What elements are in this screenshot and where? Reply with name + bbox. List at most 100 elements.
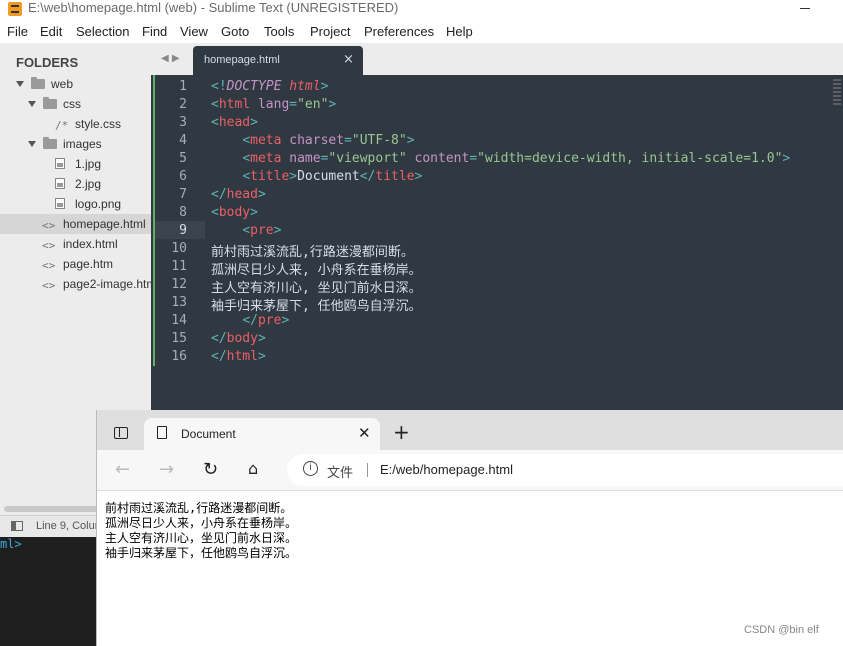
browser-tabstrip: Document ✕ + — [97, 410, 843, 450]
new-tab-icon[interactable]: + — [393, 422, 410, 442]
sidebar-item-homepage-html[interactable]: <> homepage.html — [0, 214, 151, 234]
sidebar-item-label: 1.jpg — [75, 157, 102, 171]
browser-window: Document ✕ + ← → ↻ ⌂ i 文件 E:/web/homepag… — [96, 410, 843, 646]
sidebar-item-label: homepage.html — [63, 217, 146, 231]
sidebar-item-page-htm[interactable]: <> page.htm — [0, 254, 151, 274]
home-icon[interactable]: ⌂ — [248, 459, 258, 478]
code-line: <body> — [211, 205, 258, 220]
menu-goto[interactable]: Goto — [221, 24, 249, 39]
menu-help[interactable]: Help — [446, 24, 473, 39]
menu-tools[interactable]: Tools — [264, 24, 294, 39]
minimize-button[interactable] — [800, 8, 810, 9]
folder-icon — [43, 97, 57, 109]
image-file-icon — [55, 158, 65, 169]
line-number: 8 — [179, 205, 187, 220]
close-icon[interactable]: × — [343, 52, 354, 67]
back-arrow-icon[interactable]: ← — [115, 459, 130, 480]
code-line: </pre> — [242, 313, 290, 328]
sidebar-toggle-icon[interactable] — [11, 521, 23, 531]
line-number: 13 — [171, 295, 187, 310]
code-line: 孤洲尽日少人来, 小舟系在垂杨岸。 — [211, 263, 422, 278]
sidebar-item-label: 2.jpg — [75, 177, 102, 191]
page-preformatted-text: 前村雨过溪流乱,行路迷漫都间断。 孤洲尽日少人来，小舟系在垂杨岸。 主人空有济川… — [105, 501, 298, 560]
sidebar-item-label: page2-image.htm — [63, 277, 151, 291]
code-editor[interactable]: 1 <!DOCTYPE html> 2 <html lang="en"> 3 <head>… — [151, 75, 843, 411]
code-line: </body> — [211, 331, 266, 346]
menu-file[interactable]: File — [7, 24, 28, 39]
code-line: </head> — [211, 187, 266, 202]
sidebar-item-label: page.htm — [63, 257, 114, 271]
address-bar[interactable]: i 文件 E:/web/homepage.html — [287, 454, 843, 486]
line-number: 2 — [179, 97, 187, 112]
address-prefix: 文件 — [327, 466, 354, 481]
line-number: 11 — [171, 259, 187, 274]
sidebar-item-1-jpg[interactable]: 1.jpg — [0, 154, 151, 174]
code-line: <meta charset="UTF-8"> — [242, 133, 415, 148]
line-number: 9 — [179, 223, 187, 238]
sidebar-item-css[interactable]: css — [0, 94, 151, 114]
code-file-icon: <> — [42, 239, 56, 252]
chevron-down-icon[interactable] — [28, 141, 36, 147]
code-file-icon: <> — [42, 279, 56, 292]
sidebar-item-style-css[interactable]: /* style.css — [0, 114, 151, 134]
code-line: <!DOCTYPE html> — [211, 79, 329, 94]
info-icon[interactable]: i — [303, 461, 318, 476]
editor-tabbar: ◀ ▶ homepage.html × — [151, 43, 843, 75]
sidebar-item-index-html[interactable]: <> index.html — [0, 234, 151, 254]
menu-edit[interactable]: Edit — [40, 24, 62, 39]
background-terminal: ml> — [0, 537, 96, 646]
sidebar-item-label: logo.png — [75, 197, 122, 211]
line-number: 14 — [171, 313, 187, 328]
line-number: 16 — [171, 349, 187, 364]
address-url[interactable]: E:/web/homepage.html — [380, 462, 513, 477]
sidebar-item-web[interactable]: web — [0, 74, 151, 94]
css-file-icon: /* — [55, 119, 69, 132]
chevron-down-icon[interactable] — [16, 81, 24, 87]
line-number: 7 — [179, 187, 187, 202]
line-number: 6 — [179, 169, 187, 184]
status-text: Line 9, Colum — [36, 520, 104, 532]
menu-view[interactable]: View — [180, 24, 208, 39]
sidebar-item-label: images — [63, 137, 102, 151]
sidebar-item-label: index.html — [63, 237, 118, 251]
code-line: 前村雨过溪流乱,行路迷漫都间断。 — [211, 245, 414, 260]
code-file-icon: <> — [42, 219, 56, 232]
code-line: <title>Document</title> — [242, 169, 423, 184]
menu-selection[interactable]: Selection — [76, 24, 129, 39]
code-line: 主人空有济川心, 坐见门前水日深。 — [211, 281, 422, 296]
code-line: <pre> — [242, 223, 282, 238]
browser-tab-document[interactable]: Document ✕ — [144, 418, 380, 450]
tab-label: homepage.html — [204, 54, 280, 66]
chevron-down-icon[interactable] — [28, 101, 36, 107]
code-line: <meta name="viewport" content="width=dev… — [242, 151, 791, 166]
line-number: 5 — [179, 151, 187, 166]
line-number: 4 — [179, 133, 187, 148]
sidebar-item-images[interactable]: images — [0, 134, 151, 154]
tab-nav-arrows-icon[interactable]: ◀ ▶ — [161, 53, 180, 64]
sidebar-item-page2-image-htm[interactable]: <> page2-image.htm — [0, 274, 151, 294]
sidebar-item-2-jpg[interactable]: 2.jpg — [0, 174, 151, 194]
folder-icon — [43, 137, 57, 149]
minimap[interactable] — [833, 79, 841, 107]
line-number: 12 — [171, 277, 187, 292]
tab-homepage-html[interactable]: homepage.html × — [193, 46, 363, 75]
menu-preferences[interactable]: Preferences — [364, 24, 434, 39]
tab-actions-icon[interactable] — [114, 427, 128, 439]
sidebar-item-logo-png[interactable]: logo.png — [0, 194, 151, 214]
document-icon — [157, 426, 167, 439]
menu-bar: File Edit Selection Find View Goto Tools… — [0, 22, 843, 42]
terminal-fragment: ml> — [0, 537, 22, 551]
line-number: 1 — [179, 79, 187, 94]
forward-arrow-icon[interactable]: → — [159, 459, 174, 480]
sidebar-item-label: web — [51, 77, 74, 91]
refresh-icon[interactable]: ↻ — [203, 459, 218, 480]
close-icon[interactable]: ✕ — [358, 424, 371, 442]
menu-project[interactable]: Project — [310, 24, 350, 39]
code-line: <html lang="en"> — [211, 97, 337, 112]
watermark: CSDN @bin elf — [744, 624, 819, 636]
line-number: 15 — [171, 331, 187, 346]
window-titlebar: E:\web\homepage.html (web) - Sublime Tex… — [0, 0, 843, 20]
line-number: 10 — [171, 241, 187, 256]
menu-find[interactable]: Find — [142, 24, 167, 39]
image-file-icon — [55, 178, 65, 189]
